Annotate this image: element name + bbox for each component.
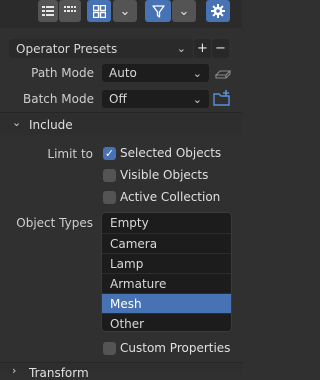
filter-toggle-button[interactable] — [145, 0, 171, 22]
batch-mode-value: Off — [109, 92, 127, 106]
custom-properties-checkbox[interactable]: Custom Properties — [103, 341, 230, 355]
chevron-down-icon: ⌄ — [176, 42, 186, 55]
batch-mode-dropdown[interactable]: Off ⌄ — [102, 90, 209, 108]
path-mode-dropdown[interactable]: Auto ⌄ — [102, 64, 209, 82]
display-mode-dropdown[interactable]: ⌄ — [113, 0, 137, 22]
checkbox-unchecked — [103, 190, 116, 204]
selected-objects-checkbox[interactable]: ✓ Selected Objects — [103, 146, 221, 160]
remove-preset-button[interactable]: − — [212, 39, 229, 58]
chevron-down-icon: ⌄ — [12, 116, 22, 129]
object-types-list: Empty Camera Lamp Armature Mesh Other — [101, 212, 232, 332]
checkbox-unchecked — [103, 341, 116, 355]
list-item-label: Other — [110, 316, 145, 331]
thumbnail-view-button[interactable] — [87, 0, 111, 22]
object-type-armature[interactable]: Armature — [102, 273, 231, 293]
selected-objects-label: Selected Objects — [120, 146, 222, 160]
list-item-label: Empty — [110, 216, 149, 230]
chevron-right-icon: › — [12, 364, 17, 377]
folder-new-icon — [213, 90, 230, 106]
thumbnail-view-icon — [92, 4, 106, 18]
checkbox-unchecked — [103, 168, 116, 182]
path-mode-label: Path Mode — [31, 66, 94, 80]
chevron-down-icon: ⌄ — [119, 3, 131, 19]
filter-icon — [151, 4, 165, 18]
package-icon — [214, 70, 232, 79]
filter-dropdown[interactable]: ⌄ — [172, 0, 196, 22]
operator-presets-dropdown[interactable]: Operator Presets ⌄ — [9, 39, 193, 58]
include-title: Include — [29, 118, 73, 132]
embed-textures-toggle[interactable] — [214, 66, 232, 80]
transform-title: Transform — [29, 366, 89, 380]
list-item-label: Camera — [110, 236, 158, 251]
chevron-down-icon: ⌄ — [192, 66, 202, 80]
new-folder-toggle[interactable] — [212, 88, 232, 108]
visible-objects-checkbox[interactable]: Visible Objects — [103, 168, 208, 182]
settings-button[interactable] — [206, 0, 230, 22]
object-type-empty[interactable]: Empty — [102, 213, 231, 233]
minus-icon: − — [215, 41, 226, 56]
horizontal-list-icon — [64, 6, 76, 12]
active-collection-checkbox[interactable]: Active Collection — [103, 190, 220, 204]
list-item-label: Lamp — [110, 256, 144, 271]
active-collection-label: Active Collection — [120, 190, 221, 204]
operator-presets-label: Operator Presets — [16, 41, 118, 56]
list-item-label: Armature — [110, 276, 167, 291]
visible-objects-label: Visible Objects — [120, 168, 209, 182]
gear-icon — [211, 4, 225, 18]
object-type-camera[interactable]: Camera — [102, 233, 231, 253]
limit-to-label: Limit to — [47, 147, 93, 161]
chevron-down-icon: ⌄ — [178, 3, 190, 19]
list-view-icon — [42, 6, 54, 16]
object-types-label: Object Types — [16, 216, 93, 230]
custom-properties-label: Custom Properties — [120, 341, 231, 355]
object-type-lamp[interactable]: Lamp — [102, 253, 231, 273]
path-mode-value: Auto — [109, 66, 137, 80]
chevron-down-icon: ⌄ — [192, 92, 202, 106]
list-item-label: Mesh — [110, 296, 142, 311]
checkbox-checked: ✓ — [103, 146, 116, 160]
vertical-list-view-button[interactable] — [38, 0, 58, 22]
checkmark-icon: ✓ — [104, 146, 115, 160]
batch-mode-label: Batch Mode — [22, 92, 94, 106]
add-preset-button[interactable]: + — [194, 39, 211, 58]
object-type-mesh[interactable]: Mesh — [102, 293, 231, 313]
plus-icon: + — [197, 41, 208, 56]
horizontal-list-view-button[interactable] — [59, 0, 81, 22]
object-type-other[interactable]: Other — [102, 313, 231, 331]
